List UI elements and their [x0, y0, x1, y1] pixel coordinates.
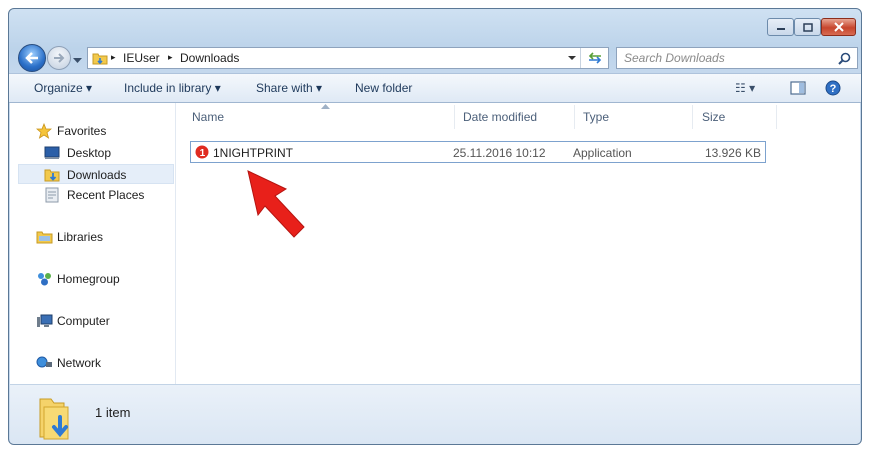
maximize-button[interactable] [794, 18, 821, 36]
organize-button[interactable]: Organize ▾ [34, 81, 92, 95]
address-bar[interactable]: ▸ IEUser ▸ Downloads [87, 47, 609, 69]
preview-pane-icon[interactable] [790, 81, 806, 95]
details-pane: 1 item [10, 384, 860, 444]
star-icon [36, 123, 52, 139]
sidebar-item-network[interactable]: Network [18, 353, 174, 373]
sidebar-item-label: Homegroup [57, 272, 120, 286]
forward-button[interactable] [47, 46, 71, 70]
share-with-button[interactable]: Share with ▾ [256, 81, 322, 95]
recent-places-icon [45, 187, 59, 203]
back-arrow-icon [19, 45, 45, 71]
search-icon[interactable] [838, 52, 851, 65]
sidebar-item-label: Downloads [67, 168, 127, 182]
downloads-folder-icon [39, 398, 69, 440]
divider [580, 48, 581, 68]
column-divider[interactable] [574, 105, 575, 129]
folder-icon [92, 53, 108, 65]
red-arrow-icon [247, 170, 305, 238]
computer-icon [37, 314, 53, 327]
back-button[interactable] [18, 44, 46, 72]
sort-ascending-icon [321, 104, 330, 109]
content-area: Favorites Desktop Downloads Recent Place… [10, 103, 860, 384]
homegroup-icon [38, 273, 51, 286]
chevron-down-icon [73, 58, 82, 63]
column-divider[interactable] [454, 105, 455, 129]
sidebar-item-recent-places[interactable]: Recent Places [18, 185, 174, 205]
breadcrumb-ieuser[interactable]: IEUser [123, 51, 160, 65]
column-header-size[interactable]: Size [702, 110, 725, 124]
sidebar-item-desktop[interactable]: Desktop [18, 143, 174, 163]
item-count: 1 item [95, 405, 131, 420]
sidebar-item-label: Recent Places [67, 188, 145, 202]
title-bar [9, 9, 861, 43]
sidebar-item-label: Network [57, 356, 102, 370]
change-view-button[interactable]: ☷ ▾ [735, 81, 755, 95]
network-icon [36, 356, 52, 368]
libraries-icon [36, 231, 53, 244]
column-divider[interactable] [692, 105, 693, 129]
column-header: Name Date modified Type Size [192, 103, 778, 129]
address-dropdown-icon[interactable] [568, 56, 576, 61]
file-type: Application [573, 146, 632, 160]
command-bar: Organize ▾ Include in library ▾ Share wi… [9, 73, 861, 103]
forward-arrow-icon [48, 47, 70, 69]
include-in-library-button[interactable]: Include in library ▾ [124, 81, 221, 95]
sidebar-item-favorites[interactable]: Favorites [18, 121, 174, 141]
sidebar-item-label: Favorites [57, 124, 107, 138]
sidebar-item-label: Desktop [67, 146, 112, 160]
refresh-icon[interactable] [587, 51, 603, 65]
sidebar-item-label: Libraries [57, 230, 104, 244]
minimize-icon [768, 19, 793, 35]
file-name: 1NIGHTPRINT [213, 146, 294, 160]
search-input[interactable]: Search Downloads [624, 51, 725, 65]
column-header-type[interactable]: Type [583, 110, 609, 124]
svg-text:?: ? [830, 83, 837, 95]
column-divider[interactable] [776, 105, 777, 129]
file-size: 13.926 KB [704, 146, 761, 160]
file-row[interactable]: 1 1NIGHTPRINT 25.11.2016 10:12 Applicati… [190, 141, 766, 163]
close-button[interactable] [821, 18, 856, 36]
breadcrumb-chevron-icon: ▸ [168, 52, 173, 62]
minimize-button[interactable] [767, 18, 794, 36]
column-header-date[interactable]: Date modified [463, 110, 537, 124]
breadcrumb-chevron-icon: ▸ [111, 52, 116, 62]
explorer-window: ▸ IEUser ▸ Downloads Search Downloads Or… [8, 8, 862, 445]
help-icon[interactable]: ? [825, 80, 841, 96]
new-folder-button[interactable]: New folder [355, 81, 412, 95]
sidebar-item-downloads[interactable]: Downloads [18, 164, 174, 184]
application-icon: 1 [195, 145, 209, 159]
recent-pages-dropdown[interactable] [73, 53, 82, 67]
desktop-icon [44, 146, 60, 159]
downloads-folder-icon [44, 169, 60, 182]
breadcrumb-downloads[interactable]: Downloads [180, 51, 239, 65]
close-icon [822, 19, 855, 35]
column-header-name[interactable]: Name [192, 110, 224, 124]
navigation-pane: Favorites Desktop Downloads Recent Place… [10, 103, 176, 384]
sidebar-item-homegroup[interactable]: Homegroup [18, 269, 174, 289]
navigation-row: ▸ IEUser ▸ Downloads Search Downloads [9, 43, 861, 73]
svg-text:1: 1 [200, 148, 206, 159]
search-box[interactable]: Search Downloads [616, 47, 858, 69]
sidebar-item-label: Computer [57, 314, 110, 328]
file-date: 25.11.2016 10:12 [453, 146, 546, 160]
sidebar-item-libraries[interactable]: Libraries [18, 227, 174, 247]
sidebar-item-computer[interactable]: Computer [18, 311, 174, 331]
maximize-icon [795, 19, 820, 35]
